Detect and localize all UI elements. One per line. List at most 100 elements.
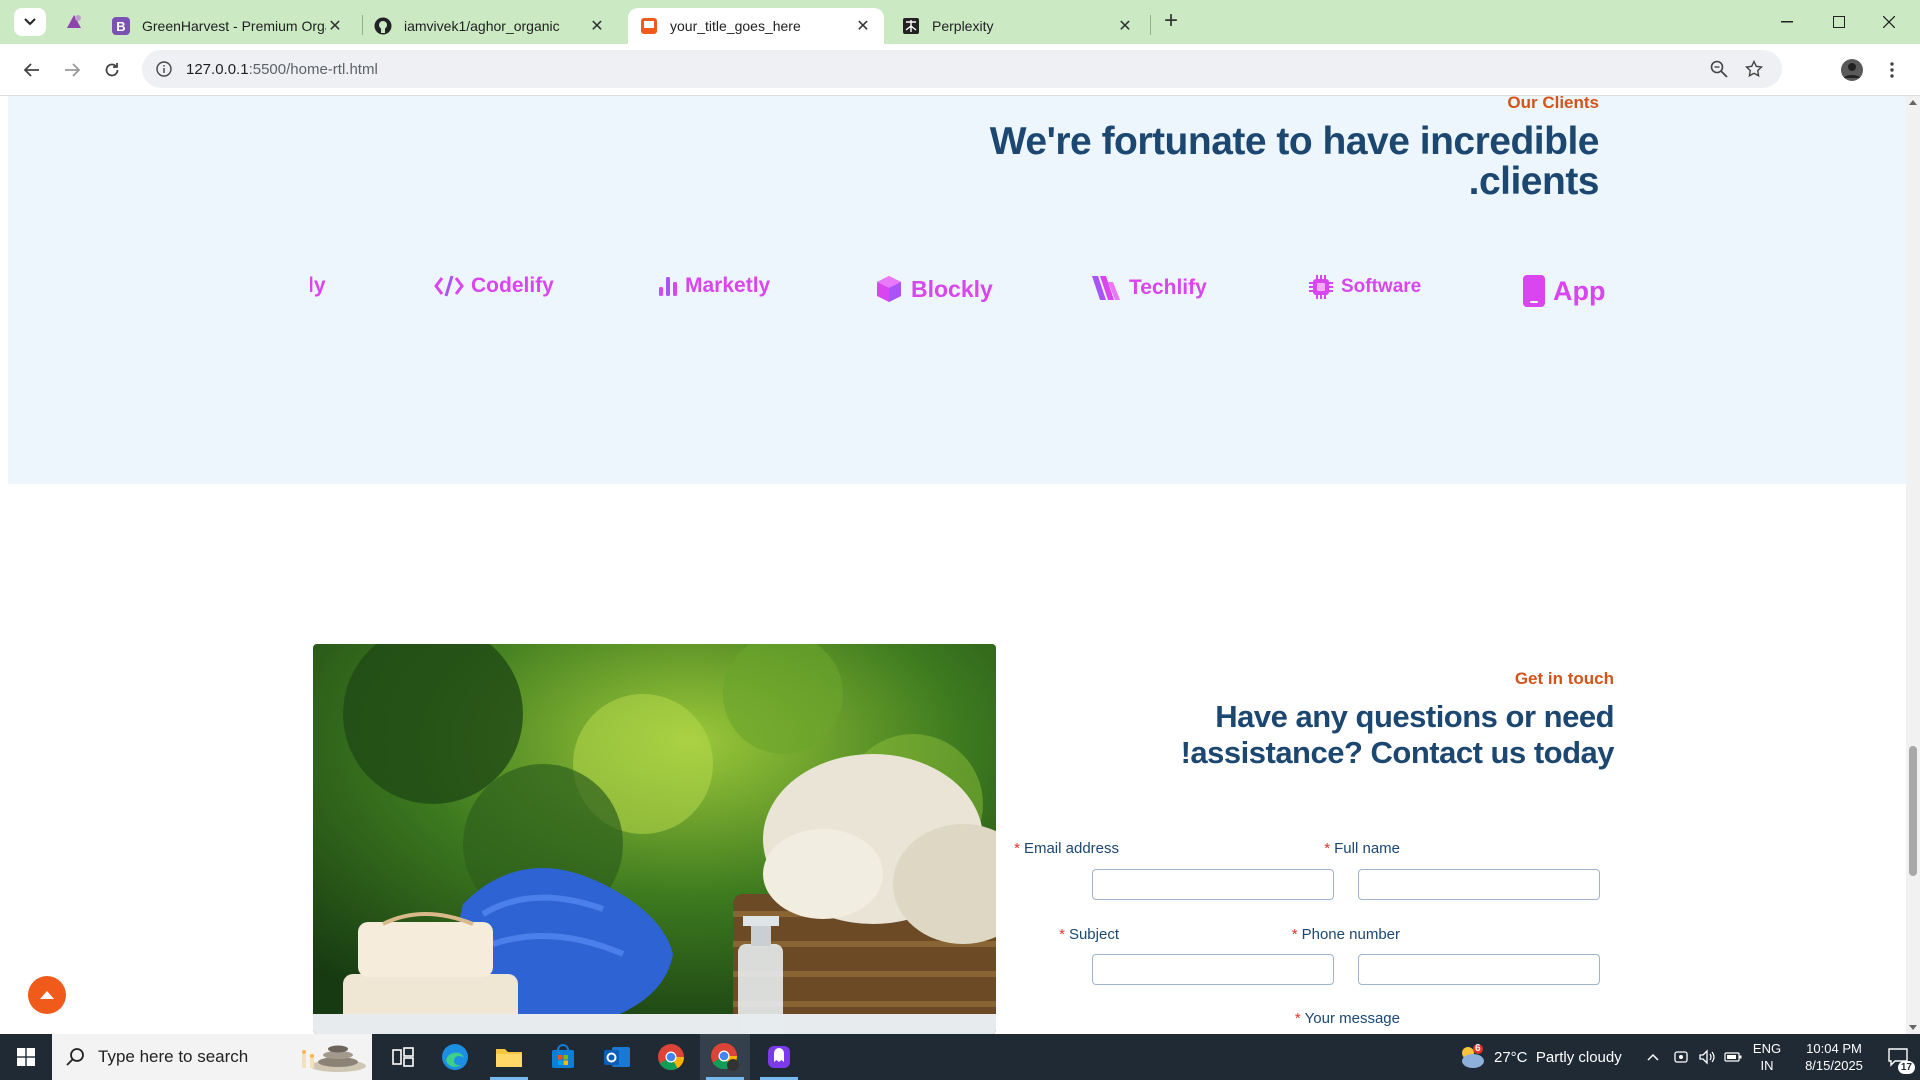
zoom-icon[interactable] — [1704, 50, 1734, 88]
task-view-button[interactable] — [378, 1034, 428, 1080]
outlook-taskbar-icon[interactable] — [592, 1034, 642, 1080]
client-logo-software[interactable]: Software — [1308, 274, 1421, 300]
tab-search-button[interactable] — [14, 8, 46, 36]
chrome-taskbar-icon[interactable] — [646, 1034, 696, 1080]
client-logo[interactable]: ly — [310, 274, 326, 298]
contact-heading-line1: Have any questions or need — [1215, 699, 1614, 734]
pinned-tab[interactable] — [58, 8, 90, 36]
windows-taskbar: Type here to search 6 27°C Partly cloudy — [0, 1034, 1920, 1080]
taskbar-search-box[interactable]: Type here to search — [52, 1034, 372, 1080]
app-taskbar-icon[interactable] — [754, 1034, 804, 1080]
start-button[interactable] — [0, 1034, 52, 1080]
maximize-button[interactable] — [1816, 6, 1862, 38]
scroll-up-arrow[interactable] — [1909, 100, 1917, 105]
tab-active-page[interactable]: your_title_goes_here ✕ — [628, 8, 884, 44]
search-highlight-image — [302, 1045, 366, 1072]
client-logo-codelify[interactable]: Codelify — [434, 274, 554, 298]
notification-center-button[interactable]: 17 — [1878, 1034, 1918, 1080]
close-icon — [1883, 16, 1895, 28]
minimize-icon — [1781, 21, 1793, 23]
notification-count: 17 — [1897, 1061, 1915, 1074]
address-bar[interactable]: 127.0.0.1:5500/home-rtl.html — [142, 50, 1782, 88]
scroll-down-arrow[interactable] — [1909, 1025, 1917, 1030]
tab-perplexity[interactable]: Perplexity ✕ — [890, 8, 1146, 44]
stripes-icon — [1092, 276, 1120, 300]
weather-text: 27°C Partly cloudy — [1494, 1048, 1622, 1066]
contact-heading: Have any questions or need !assistance? … — [1181, 699, 1615, 771]
file-explorer-taskbar-icon[interactable] — [484, 1034, 534, 1080]
partly-cloudy-icon — [1462, 1044, 1484, 1068]
required-marker: * — [1294, 1010, 1301, 1027]
subject-field[interactable] — [1092, 954, 1334, 985]
volume-icon[interactable] — [1694, 1034, 1720, 1080]
page-scrollbar[interactable] — [1906, 96, 1920, 1034]
scrollbar-thumb[interactable] — [1909, 746, 1917, 876]
page-favicon — [640, 17, 658, 35]
show-hidden-icons-button[interactable] — [1640, 1034, 1666, 1080]
window-close-button[interactable] — [1866, 6, 1912, 38]
minimize-button[interactable] — [1764, 6, 1810, 38]
maximize-icon — [1833, 16, 1845, 28]
profile-avatar[interactable] — [1836, 54, 1868, 86]
scroll-to-top-button[interactable] — [28, 976, 66, 1014]
close-icon[interactable]: ✕ — [588, 17, 606, 35]
contact-eyebrow: Get in touch — [1514, 669, 1614, 688]
battery-icon[interactable] — [1720, 1034, 1746, 1080]
client-logo-techlify[interactable]: Techlify — [1090, 274, 1207, 302]
required-marker: * — [1014, 840, 1020, 857]
forward-button[interactable] — [56, 54, 88, 86]
client-logo-name: Codelify — [471, 274, 554, 297]
close-icon[interactable]: ✕ — [854, 17, 872, 35]
clients-eyebrow: Our Clients — [1507, 96, 1599, 112]
back-button[interactable] — [16, 54, 48, 86]
client-logo-name: App — [1553, 275, 1606, 306]
site-info-icon[interactable] — [146, 61, 182, 77]
page-viewport: Our Clients We're fortunate to have incr… — [0, 96, 1920, 1034]
client-logo-blockly[interactable]: Blockly — [874, 274, 993, 304]
cube-icon — [877, 276, 901, 302]
weather-widget[interactable]: 6 27°C Partly cloudy — [1456, 1034, 1626, 1080]
kebab-menu-icon[interactable] — [1876, 54, 1908, 86]
store-taskbar-icon[interactable] — [538, 1034, 588, 1080]
reload-button[interactable] — [96, 54, 128, 86]
client-logo-marketly[interactable]: Marketly — [658, 274, 770, 298]
github-icon — [374, 17, 392, 35]
language-indicator[interactable]: ENG IN — [1748, 1034, 1786, 1080]
close-icon[interactable]: ✕ — [326, 17, 344, 35]
subject-label-text: Subject — [1068, 926, 1119, 943]
chrome-profile-taskbar-icon[interactable] — [700, 1034, 750, 1080]
windows-logo-icon — [17, 1048, 35, 1066]
client-logo-carousel: ly Codelify Marketly Blockly Techlify So — [310, 264, 1608, 324]
meet-now-icon[interactable] — [1668, 1034, 1694, 1080]
email-label-text: Email address — [1023, 840, 1119, 857]
close-icon[interactable]: ✕ — [1116, 17, 1134, 35]
clients-heading: We're fortunate to have incredible .clie… — [989, 120, 1600, 202]
phone-icon — [1523, 275, 1545, 307]
tab-github[interactable]: iamvivek1/aghor_organic ✕ — [362, 8, 618, 44]
arrow-left-icon — [24, 63, 39, 77]
language-code: ENG — [1752, 1041, 1782, 1056]
subject-label: * Subject — [1059, 926, 1119, 943]
chip-icon — [1309, 275, 1333, 299]
url-host: 127.0.0.1 — [186, 60, 249, 78]
phone-label-text: Phone number — [1301, 926, 1400, 943]
new-tab-button[interactable]: + — [1157, 8, 1185, 36]
tab-strip: B GreenHarvest - Premium Organ ✕ iamvive… — [0, 0, 1920, 44]
client-logo-app[interactable]: App — [1522, 274, 1605, 308]
full-name-label-text: Full name — [1334, 840, 1400, 857]
full-name-label: * Full name — [1324, 840, 1400, 857]
message-label-text: Your message — [1304, 1010, 1400, 1027]
client-logo-name: Marketly — [685, 274, 771, 297]
url-text: 127.0.0.1:5500/home-rtl.html — [186, 61, 378, 78]
edge-taskbar-icon[interactable] — [430, 1034, 480, 1080]
bar-chart-icon — [659, 277, 677, 296]
bootstrap-icon: B — [112, 17, 130, 35]
full-name-field[interactable] — [1358, 869, 1600, 900]
email-field[interactable] — [1092, 869, 1334, 900]
bookmark-star-icon[interactable] — [1739, 50, 1769, 88]
clients-heading-line1: We're fortunate to have incredible — [989, 120, 1600, 163]
clock[interactable]: 10:04 PM 8/15/2025 — [1792, 1034, 1876, 1080]
phone-field[interactable] — [1358, 954, 1600, 985]
tab-greenharvest[interactable]: B GreenHarvest - Premium Organ ✕ — [100, 8, 356, 44]
search-icon — [66, 1048, 84, 1066]
